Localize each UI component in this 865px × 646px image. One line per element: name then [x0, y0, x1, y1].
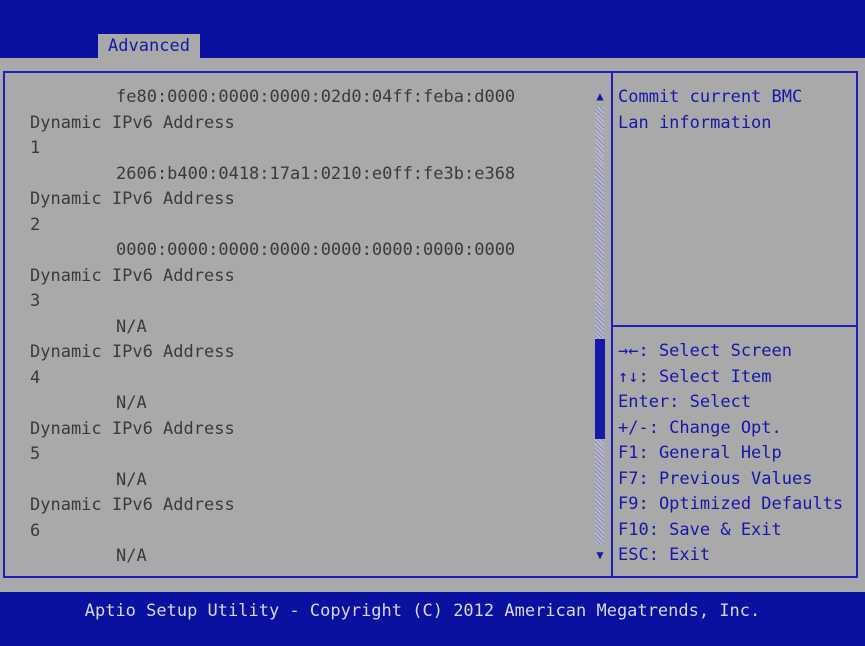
key-hint: F7: Previous Values	[618, 468, 813, 489]
ipv6-address-value: fe80:0000:0000:0000:02d0:04ff:feba:d000	[116, 87, 516, 107]
item-label: Dynamic IPv6 Address	[30, 112, 235, 133]
key-hint: Enter: Select	[618, 392, 752, 412]
key-hint: F1: General Help	[618, 443, 782, 463]
key-hint: +/-: Change Opt.	[618, 417, 782, 438]
key-hint: F9: Optimized Defaults	[618, 494, 844, 514]
footer: Aptio Setup Utility - Copyright (C) 2012…	[0, 592, 865, 646]
item-label: Dynamic IPv6 Address	[30, 189, 235, 209]
item-label: 5	[30, 444, 41, 464]
copyright-text: Aptio Setup Utility - Copyright (C) 2012…	[84, 601, 761, 621]
list-item: Dynamic IPv6 Address 1 2606:b400:0418:17…	[30, 111, 590, 188]
list-item: Dynamic IPv6 Address 4 N/A	[30, 340, 590, 417]
key-legend: →←: Select Screen ↑↓: Select Item Enter:…	[618, 339, 858, 569]
scroll-track[interactable]	[595, 107, 604, 544]
ipv6-address-value: N/A	[116, 469, 147, 490]
list-item: Dynamic IPv6 Address 5 N/A	[30, 417, 590, 494]
item-label: 1	[30, 138, 41, 158]
list-item: Dynamic IPv6 Address 2 0000:0000:0000:00…	[30, 187, 590, 264]
ipv6-address-list[interactable]: fe80:0000:0000:0000:02d0:04ff:feba:d000 …	[30, 85, 590, 570]
main-panel: fe80:0000:0000:0000:02d0:04ff:feba:d000 …	[0, 58, 865, 592]
item-label: 6	[30, 520, 41, 541]
item-label: Dynamic IPv6 Address	[30, 342, 235, 362]
help-line: Lan information	[618, 112, 772, 133]
key-hint: F10: Save & Exit	[618, 519, 782, 540]
item-label: Dynamic IPv6 Address	[30, 265, 235, 286]
scroll-down-icon[interactable]: ▼	[594, 548, 606, 562]
key-hint: ESC: Exit	[618, 545, 711, 565]
item-label: 4	[30, 367, 41, 388]
list-item: fe80:0000:0000:0000:02d0:04ff:feba:d000	[30, 85, 590, 111]
tab-advanced[interactable]: Advanced	[98, 34, 200, 58]
top-bar: Advanced	[0, 0, 865, 58]
help-line: Commit current BMC	[618, 87, 803, 107]
list-item: Dynamic IPv6 Address 3 N/A	[30, 264, 590, 341]
item-label: Dynamic IPv6 Address	[30, 495, 235, 515]
help-description: Commit current BMC Lan information	[618, 85, 856, 136]
item-label: Dynamic IPv6 Address	[30, 418, 235, 439]
ipv6-address-value: 2606:b400:0418:17a1:0210:e0ff:fe3b:e368	[116, 163, 516, 184]
scroll-thumb[interactable]	[595, 339, 605, 439]
help-divider	[613, 325, 858, 327]
ipv6-address-value: 0000:0000:0000:0000:0000:0000:0000:0000	[116, 240, 516, 260]
ipv6-address-value: N/A	[116, 316, 147, 337]
item-label: 2	[30, 214, 41, 235]
ipv6-address-value: N/A	[116, 546, 147, 566]
key-hint: →←: Select Screen	[618, 341, 792, 361]
list-item: Dynamic IPv6 Address 6 N/A	[30, 493, 590, 570]
scrollbar[interactable]: ▲ ▼	[594, 85, 606, 565]
item-label: 3	[30, 291, 41, 311]
ipv6-address-value: N/A	[116, 393, 147, 413]
scroll-up-icon[interactable]: ▲	[594, 89, 606, 103]
key-hint: ↑↓: Select Item	[618, 366, 772, 387]
